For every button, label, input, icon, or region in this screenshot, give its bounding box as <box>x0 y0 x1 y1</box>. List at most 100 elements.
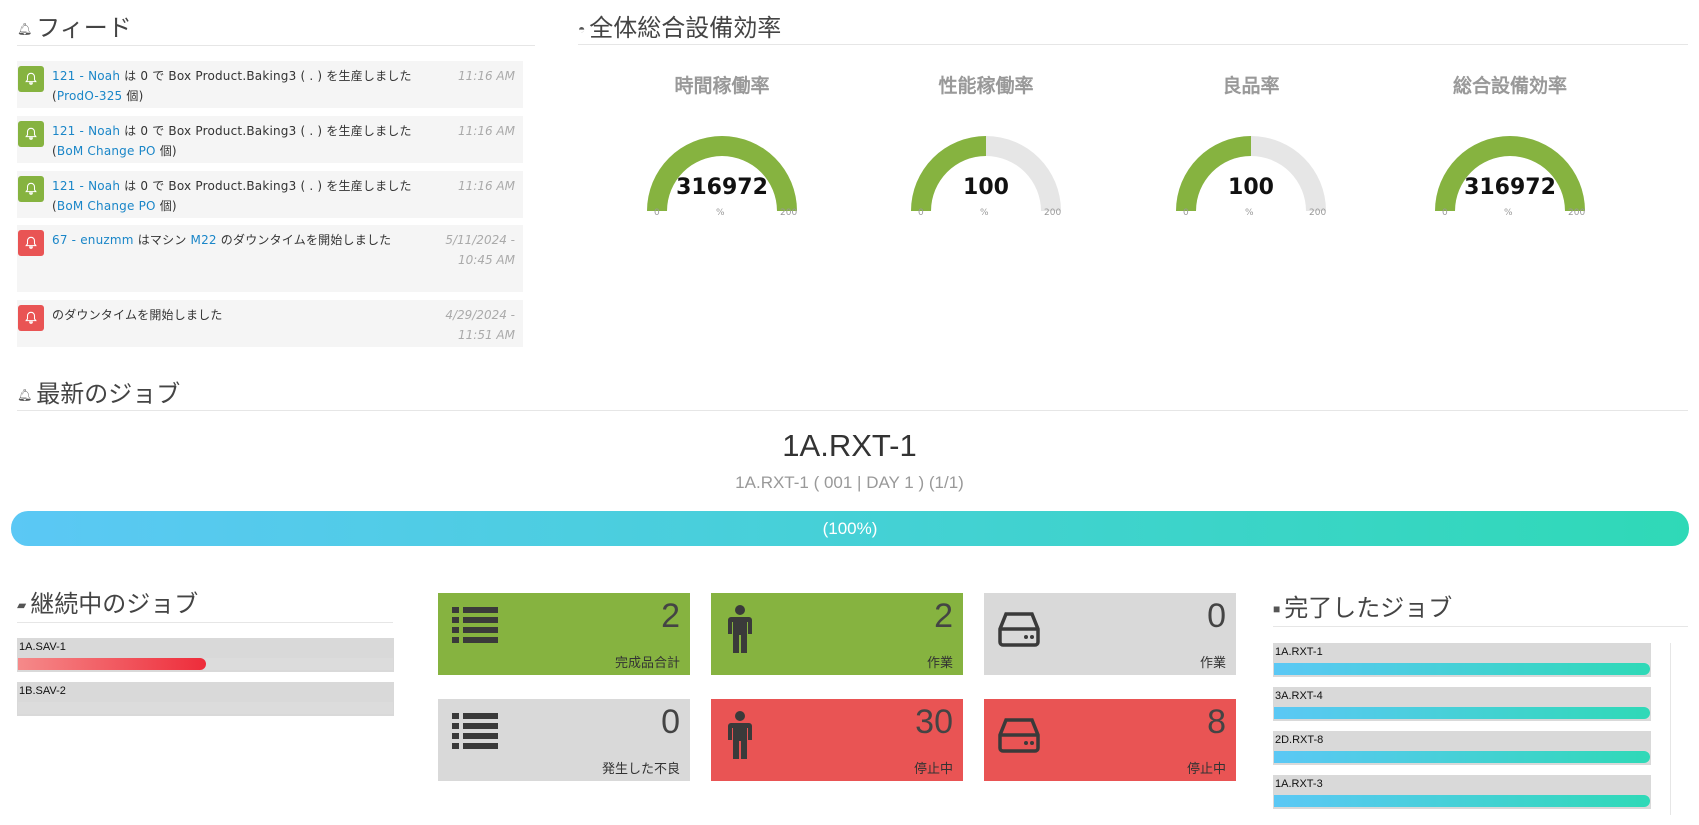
job-progress-track <box>1274 663 1650 675</box>
feed-divider <box>17 45 535 46</box>
job-label: 1A.SAV-1 <box>19 641 66 653</box>
feed-item[interactable]: 121 - Noah は 0 で Box Product.Baking3 ( .… <box>17 171 523 218</box>
job-progress-track <box>1274 751 1650 763</box>
completed-job-item[interactable]: 2D.RXT-8 <box>1273 731 1651 765</box>
drive-icon <box>998 612 1040 647</box>
gauge-label: 性能稼働率 <box>938 75 1034 97</box>
gauge-performance: 性能稼働率 100 0 % 200 <box>881 65 1091 225</box>
tile-label: 停止中 <box>913 762 953 777</box>
tile-value: 8 <box>1207 703 1226 741</box>
job-label: 1A.RXT-1 <box>1275 646 1323 658</box>
gauge-max: 200 <box>1568 208 1586 218</box>
bell-icon <box>18 305 44 331</box>
gauge-min: 0 <box>1183 208 1189 218</box>
gauge-unit: % <box>980 208 989 218</box>
folder-icon: ■ <box>1273 602 1281 616</box>
tile-value: 0 <box>661 703 680 741</box>
bell-icon: 🔔︎ <box>17 22 33 36</box>
gauge-quality: 良品率 100 0 % 200 <box>1146 65 1356 225</box>
gauge-max: 200 <box>780 208 798 218</box>
bell-icon <box>18 176 44 202</box>
stat-tile-machines-stopped[interactable]: 8 停止中 <box>984 699 1236 781</box>
job-progress-track <box>1274 795 1650 807</box>
job-label: 2D.RXT-8 <box>1275 734 1324 746</box>
gauge-unit: % <box>1245 208 1254 218</box>
feed-time: 11:16 AM <box>458 69 515 83</box>
oee-divider <box>578 44 1688 45</box>
job-label: 1A.RXT-3 <box>1275 778 1323 790</box>
gauge-availability: 時間稼働率 316972 0 % 200 <box>617 65 827 225</box>
list-icon <box>452 607 498 643</box>
ongoing-job-item[interactable]: 1A.SAV-1 <box>17 638 394 672</box>
machine-link[interactable]: M22 <box>191 233 217 247</box>
latest-job-title: 🔔︎ 最新のジョブ <box>17 380 181 408</box>
tile-label: 作業 <box>1199 656 1226 671</box>
folder-open-icon: ▰ <box>17 598 27 612</box>
tile-value: 30 <box>915 703 953 741</box>
person-icon <box>728 605 752 653</box>
operator-link[interactable]: 121 - Noah <box>52 124 120 138</box>
operator-link[interactable]: 67 - enuzmm <box>52 233 134 247</box>
gauge-arc <box>647 136 797 211</box>
bell-icon <box>18 230 44 256</box>
tile-value: 2 <box>934 597 953 635</box>
job-progress-track <box>1274 707 1650 719</box>
feed-message: のダウンタイムを開始しました <box>52 308 223 322</box>
operator-link[interactable]: 121 - Noah <box>52 179 120 193</box>
completed-jobs-divider <box>1273 626 1688 627</box>
tile-label: 完成品合計 <box>614 656 680 671</box>
gauge-value: 100 <box>963 175 1009 200</box>
gauge-min: 0 <box>654 208 660 218</box>
dashboard-icon: ◓ <box>578 22 586 36</box>
person-icon <box>728 711 752 759</box>
feed-message: 121 - Noah は 0 で Box Product.Baking3 ( .… <box>52 69 412 103</box>
bell-icon <box>18 66 44 92</box>
order-link[interactable]: BoM Change PO <box>57 199 156 213</box>
stat-tile-machines-working[interactable]: 0 作業 <box>984 593 1236 675</box>
job-progress-track <box>18 658 393 670</box>
stat-tile-total-products[interactable]: 2 完成品合計 <box>438 593 690 675</box>
completed-job-item[interactable]: 1A.RXT-1 <box>1273 643 1651 677</box>
feed-item[interactable]: のダウンタイムを開始しました 4/29/2024 - 11:51 AM <box>17 300 523 347</box>
feed-item[interactable]: 121 - Noah は 0 で Box Product.Baking3 ( .… <box>17 116 523 163</box>
feed-message: 121 - Noah は 0 で Box Product.Baking3 ( .… <box>52 124 412 158</box>
list-icon <box>452 713 498 749</box>
operator-link[interactable]: 121 - Noah <box>52 69 120 83</box>
job-label: 3A.RXT-4 <box>1275 690 1323 702</box>
feed-item[interactable]: 121 - Noah は 0 で Box Product.Baking3 ( .… <box>17 61 523 108</box>
completed-job-item[interactable]: 3A.RXT-4 <box>1273 687 1651 721</box>
progress-label: (100%) <box>822 519 878 538</box>
stat-tile-workers-stopped[interactable]: 30 停止中 <box>711 699 963 781</box>
ongoing-job-item[interactable]: 1B.SAV-2 <box>17 682 394 716</box>
feed-time: 5/11/2024 - 10:45 AM <box>445 233 515 267</box>
tile-value: 0 <box>1207 597 1226 635</box>
drive-icon <box>998 718 1040 753</box>
order-link[interactable]: BoM Change PO <box>57 144 156 158</box>
gauge-min: 0 <box>1442 208 1448 218</box>
gauge-label: 総合設備効率 <box>1452 75 1567 97</box>
feed-title: 🔔︎ フィード <box>17 14 132 42</box>
gauge-label: 良品率 <box>1222 75 1280 97</box>
order-link[interactable]: ProdO-325 <box>57 89 122 103</box>
ongoing-jobs-divider <box>17 622 393 623</box>
tile-label: 停止中 <box>1186 762 1226 777</box>
feed-item[interactable]: 67 - enuzmm はマシン M22 のダウンタイムを開始しました 5/11… <box>17 225 523 292</box>
gauge-arc <box>1435 136 1585 211</box>
stat-tile-workers-working[interactable]: 2 作業 <box>711 593 963 675</box>
completed-job-item[interactable]: 1A.RXT-3 <box>1273 775 1651 809</box>
job-progress-fill <box>1274 663 1650 675</box>
latest-job-progress: (100%) <box>11 511 1689 546</box>
latest-job-divider <box>17 410 1688 411</box>
gauge-unit: % <box>716 208 725 218</box>
bell-icon: 🔔︎ <box>17 388 33 402</box>
completed-jobs-scrollbar[interactable] <box>1670 643 1671 815</box>
gauge-arc <box>911 136 1061 211</box>
feed-message: 121 - Noah は 0 で Box Product.Baking3 ( .… <box>52 179 412 213</box>
job-progress-track <box>18 702 393 714</box>
tile-label: 発生した不良 <box>601 762 680 777</box>
job-progress-fill <box>1274 795 1650 807</box>
job-progress-fill <box>1274 707 1650 719</box>
stat-tile-defects[interactable]: 0 発生した不良 <box>438 699 690 781</box>
gauge-value: 316972 <box>676 175 768 200</box>
gauge-label: 時間稼働率 <box>674 75 770 97</box>
